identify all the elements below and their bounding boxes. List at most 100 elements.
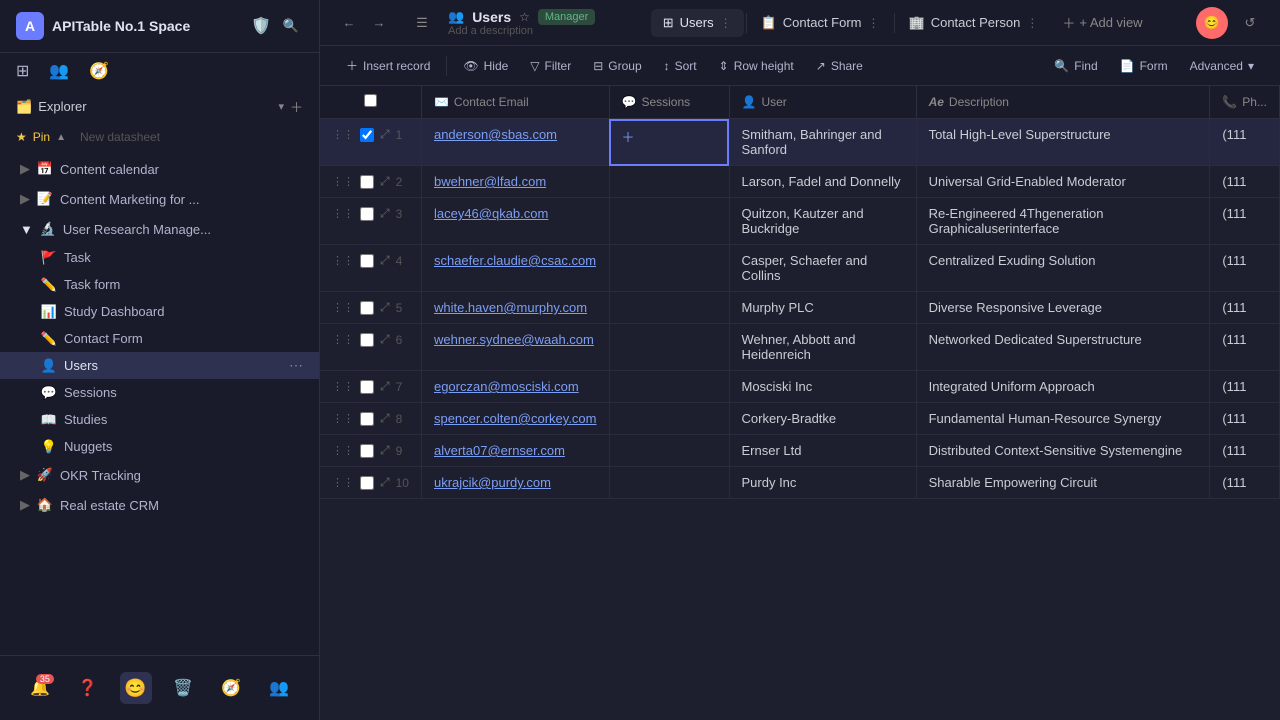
tab-more[interactable]: ⋮ [868,16,880,30]
row-checkbox[interactable] [360,175,374,189]
description-cell[interactable]: Distributed Context-Sensitive Systemengi… [916,435,1210,467]
find-button[interactable]: 🔍 Find [1044,54,1107,78]
row-controls-cell[interactable]: ⋮⋮ ⤢ 10 [320,467,421,499]
home-nav[interactable]: ⊞ [8,57,37,85]
add-view-button[interactable]: ＋ + Add view [1052,7,1152,38]
expand-row-button[interactable]: ⤢ [380,475,390,490]
sidebar-item-user-research[interactable]: ▼ 🔬 User Research Manage... ＋ ⋯ [0,214,319,244]
email-cell[interactable]: anderson@sbas.com [421,119,609,166]
sessions-cell[interactable] [609,198,729,245]
row-controls-cell[interactable]: ⋮⋮ ⤢ 6 [320,324,421,371]
user-cell[interactable]: Corkery-Bradtke [729,403,916,435]
email-cell[interactable]: bwehner@lfad.com [421,166,609,198]
sessions-cell[interactable] [609,166,729,198]
description-cell[interactable]: Universal Grid-Enabled Moderator [916,166,1210,198]
tab-contact-person[interactable]: 🏢 Contact Person ⋮ [897,9,1051,37]
sessions-cell[interactable] [609,435,729,467]
forward-button[interactable]: → [366,10,392,36]
sessions-cell[interactable]: ＋ [609,119,729,166]
hide-button[interactable]: 👁 Hide [453,54,518,78]
email-cell[interactable]: spencer.colten@corkey.com [421,403,609,435]
email-link[interactable]: spencer.colten@corkey.com [434,411,597,426]
compass-nav[interactable]: 🧭 [81,57,117,85]
sidebar-subitem-task[interactable]: 🚩 Task ⋯ [0,244,319,271]
description-cell[interactable]: Total High-Level Superstructure [916,119,1210,166]
description-cell[interactable]: Integrated Uniform Approach [916,371,1210,403]
phone-cell[interactable]: (111 [1210,324,1280,371]
row-checkbox[interactable] [360,380,374,394]
email-link[interactable]: schaefer.claudie@csac.com [434,253,596,268]
sessions-cell[interactable] [609,324,729,371]
email-link[interactable]: wehner.sydnee@waah.com [434,332,594,347]
row-controls-cell[interactable]: ⋮⋮ ⤢ 8 [320,403,421,435]
phone-cell[interactable]: (111 [1210,371,1280,403]
user-cell[interactable]: Larson, Fadel and Donnelly [729,166,916,198]
tab-more[interactable]: ⋮ [720,16,732,30]
email-link[interactable]: egorczan@mosciski.com [434,379,579,394]
email-link[interactable]: white.haven@murphy.com [434,300,587,315]
expand-row-button[interactable]: ⤢ [380,174,390,189]
sessions-cell[interactable] [609,292,729,324]
email-cell[interactable]: wehner.sydnee@waah.com [421,324,609,371]
user-cell[interactable]: Ernser Ltd [729,435,916,467]
phone-cell[interactable]: (111 [1210,166,1280,198]
phone-cell[interactable]: (111 [1210,198,1280,245]
phone-cell[interactable]: (111 [1210,435,1280,467]
sidebar-subitem-users[interactable]: 👤 Users ⋯ [0,352,319,379]
row-checkbox[interactable] [360,254,374,268]
pin-section[interactable]: ★ Pin ▲ New datasheet [0,124,319,150]
email-cell[interactable]: alverta07@ernser.com [421,435,609,467]
description-cell[interactable]: Fundamental Human-Resource Synergy [916,403,1210,435]
advanced-button[interactable]: Advanced ▾ [1180,54,1264,78]
expand-row-button[interactable]: ⤢ [380,253,390,268]
back-button[interactable]: ← [336,10,362,36]
sessions-cell[interactable] [609,371,729,403]
row-controls-cell[interactable]: ⋮⋮ ⤢ 5 [320,292,421,324]
description-cell[interactable]: Re-Engineered 4Thgeneration Graphicaluse… [916,198,1210,245]
description-cell[interactable]: Diverse Responsive Leverage [916,292,1210,324]
tab-users[interactable]: ⊞ Users ⋮ [651,9,744,37]
email-cell[interactable]: ukrajcik@purdy.com [421,467,609,499]
user-cell[interactable]: Casper, Schaefer and Collins [729,245,916,292]
filter-button[interactable]: ▽ Filter [520,54,581,78]
tab-more[interactable]: ⋮ [1026,16,1038,30]
email-cell[interactable]: egorczan@mosciski.com [421,371,609,403]
team-button[interactable]: 👥 [263,672,295,704]
form-button[interactable]: 📄 Form [1110,54,1178,78]
row-checkbox[interactable] [360,207,374,221]
email-link[interactable]: alverta07@ernser.com [434,443,565,458]
row-checkbox[interactable] [360,128,374,142]
email-cell[interactable]: schaefer.claudie@csac.com [421,245,609,292]
phone-cell[interactable]: (111 [1210,119,1280,166]
expand-row-button[interactable]: ⤢ [380,300,390,315]
sessions-cell[interactable] [609,403,729,435]
row-controls-cell[interactable]: ⋮⋮ ⤢ 4 [320,245,421,292]
email-link[interactable]: ukrajcik@purdy.com [434,475,551,490]
user-cell[interactable]: Smitham, Bahringer and Sanford [729,119,916,166]
row-height-button[interactable]: ⇕ Row height [709,54,804,78]
phone-cell[interactable]: (111 [1210,245,1280,292]
insert-record-button[interactable]: ＋ Insert record [336,52,440,79]
col-header-contact-email[interactable]: ✉️ Contact Email [421,86,609,119]
user-cell[interactable]: Mosciski Inc [729,371,916,403]
sidebar-subitem-studies[interactable]: 📖 Studies ⋯ [0,406,319,433]
sessions-cell[interactable] [609,467,729,499]
refresh-button[interactable]: ↺ [1236,9,1264,37]
email-link[interactable]: lacey46@qkab.com [434,206,548,221]
row-checkbox[interactable] [360,333,374,347]
description-cell[interactable]: Sharable Empowering Circuit [916,467,1210,499]
sidebar-item-real-estate[interactable]: ▶ 🏠 Real estate CRM ＋ ⋯ [0,490,319,520]
add-datasheet-button[interactable]: ＋ [290,97,303,116]
row-checkbox[interactable] [360,476,374,490]
col-header-user[interactable]: 👤 User [729,86,916,119]
search-button[interactable]: 🔍 [279,14,303,38]
expand-row-button[interactable]: ⤢ [380,379,390,394]
col-header-phone[interactable]: 📞 Ph... [1210,86,1280,119]
row-checkbox[interactable] [360,412,374,426]
group-button[interactable]: ⊟ Group [583,54,651,78]
table-container[interactable]: ✉️ Contact Email 💬 Sessions 👤 Us [320,86,1280,720]
add-session-button[interactable]: ＋ [622,130,635,145]
email-link[interactable]: bwehner@lfad.com [434,174,546,189]
row-controls-cell[interactable]: ⋮⋮ ⤢ 2 [320,166,421,198]
sidebar-subitem-contact-form[interactable]: ✏️ Contact Form ⋯ [0,325,319,352]
